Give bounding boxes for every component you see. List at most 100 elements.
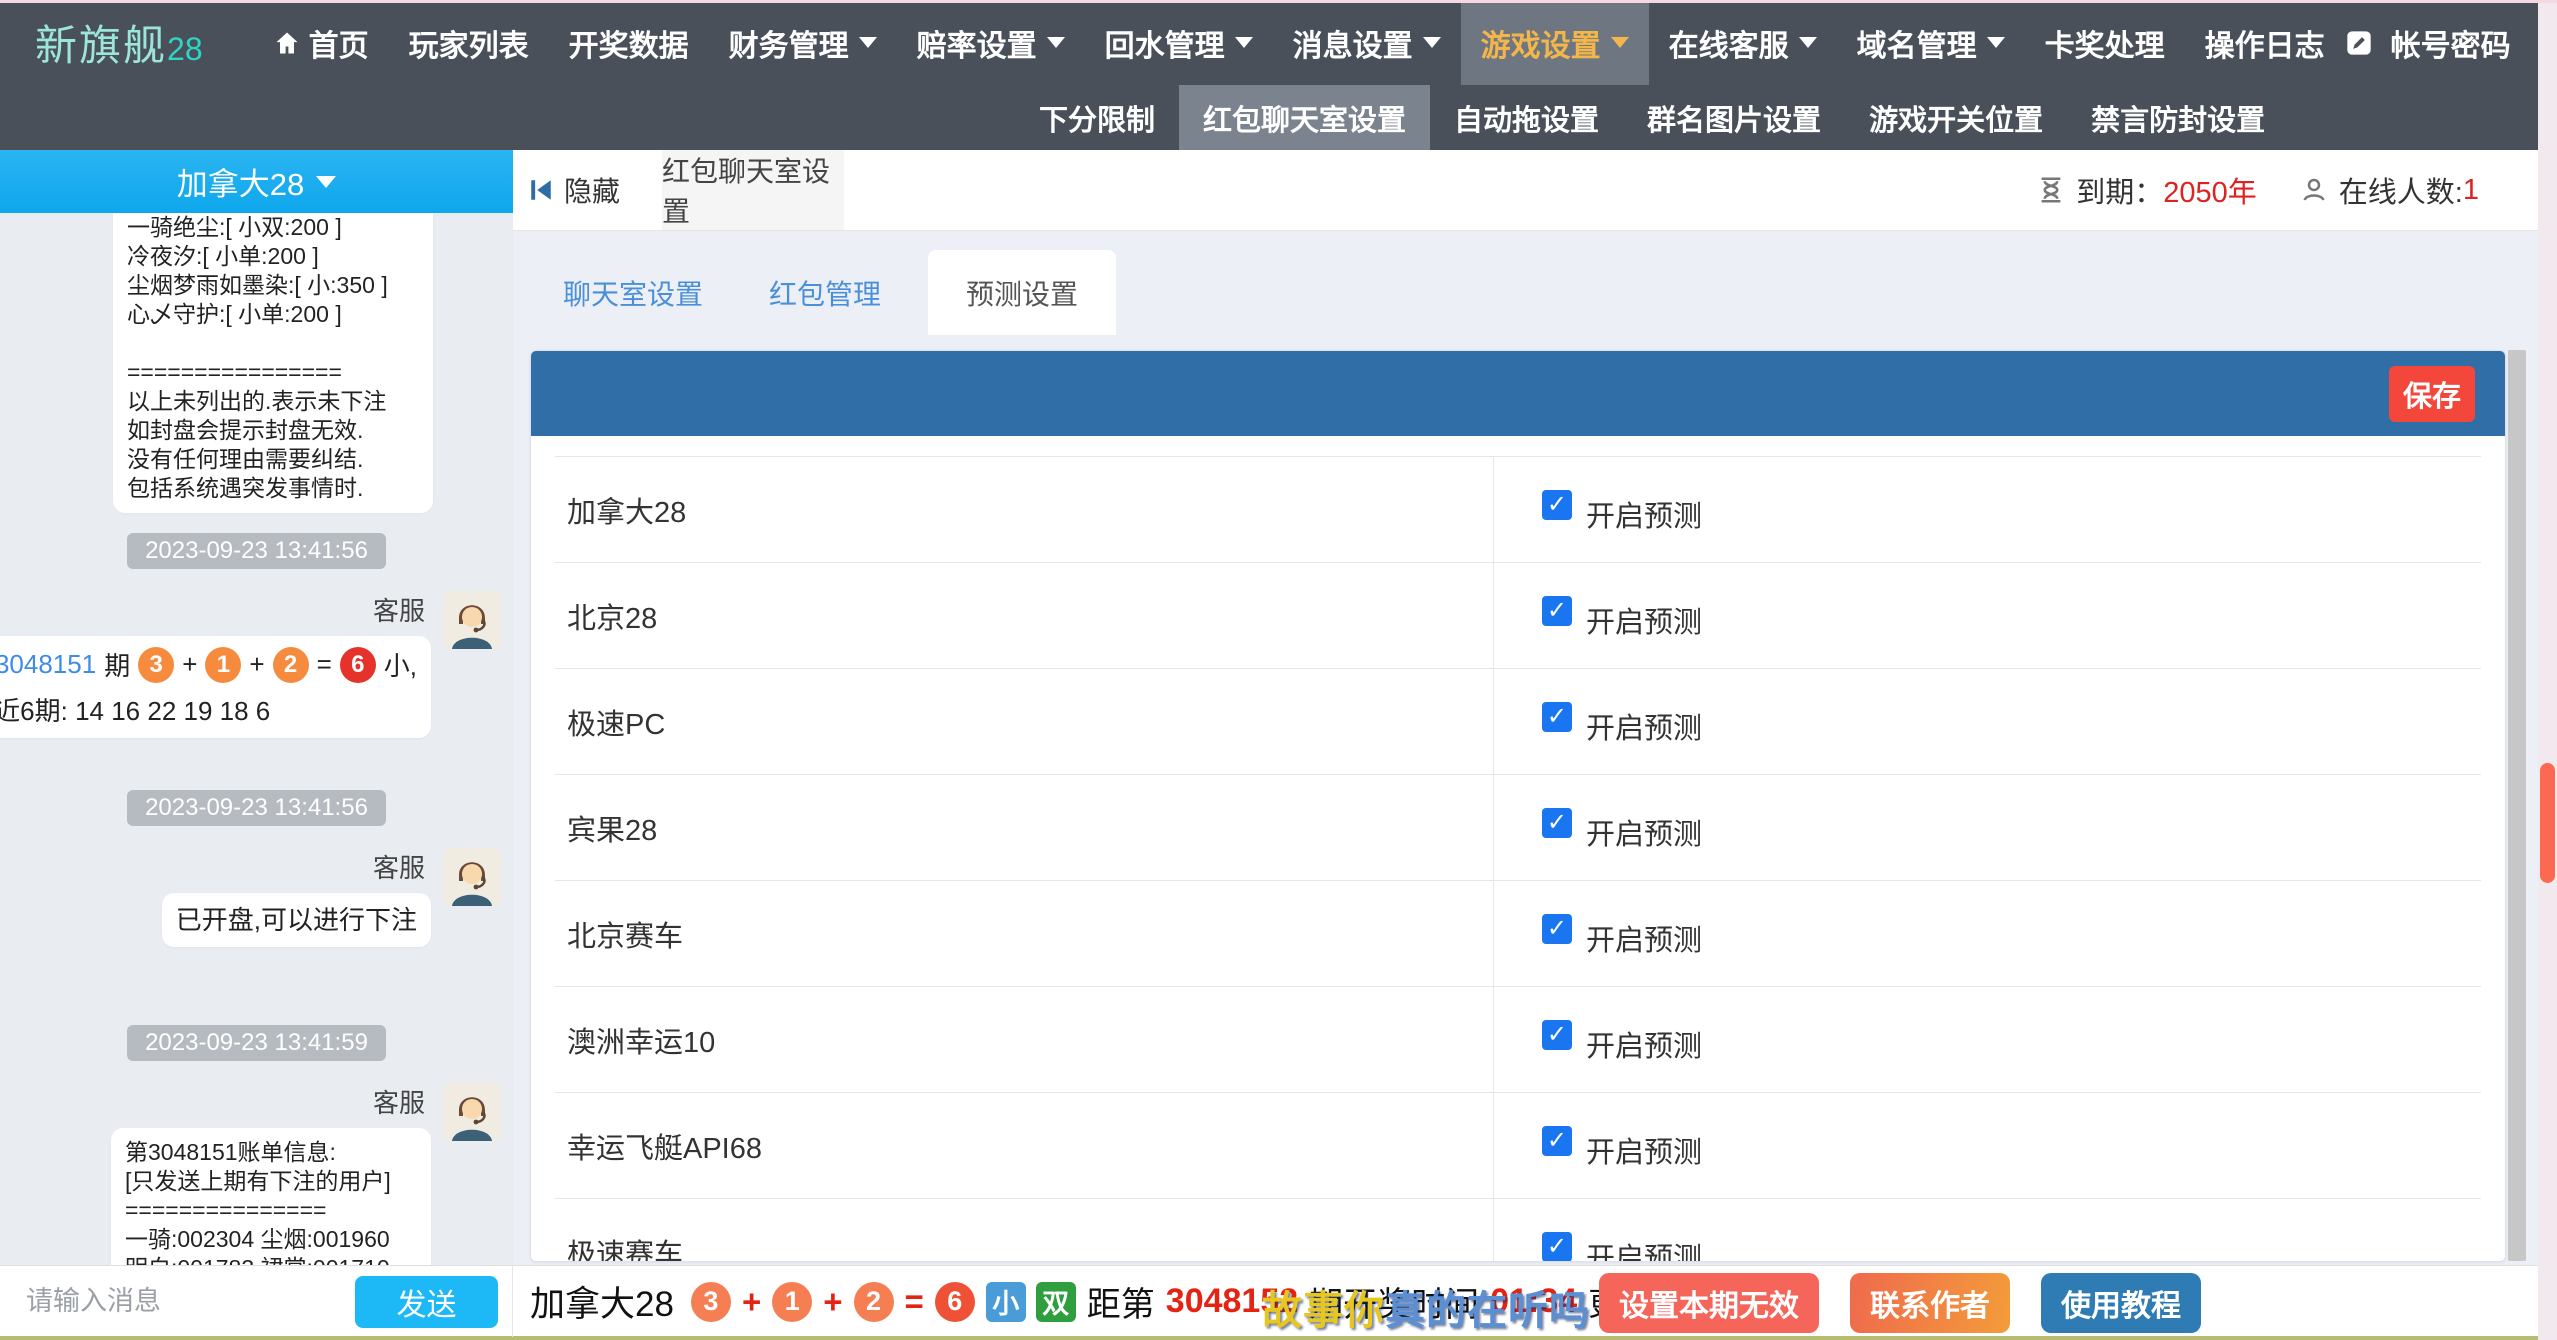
issue-number[interactable]: 3048151: [0, 649, 96, 680]
app-window: 新旗舰28 首页 玩家列表 开奖数据 财务管理 赔率设置 回水管理 消息设置 游…: [0, 0, 2557, 1340]
chat-input-bar: 发送: [0, 1266, 513, 1337]
bottom-button-使用教程[interactable]: 使用教程: [2041, 1273, 2201, 1333]
draw-sum: 6: [935, 1282, 975, 1322]
draw-number: 1: [205, 647, 241, 683]
game-name: 加拿大28: [555, 457, 1493, 562]
prediction-checkbox[interactable]: ✓: [1542, 1126, 1572, 1156]
prediction-panel: 保存 加拿大28 ✓ 开启预测 北京28 ✓ 开启预测 极速PC ✓ 开启预测 …: [530, 350, 2506, 1262]
game-name: 极速赛车: [555, 1199, 1493, 1262]
game-selector[interactable]: 加拿大28: [0, 150, 513, 213]
topnav-item-开奖数据[interactable]: 开奖数据: [549, 0, 709, 85]
page-scrollbar[interactable]: [2538, 0, 2557, 1340]
game-name: 宾果28: [555, 775, 1493, 880]
tab-redpacket-management[interactable]: 红包管理: [736, 273, 914, 313]
topnav-item-label: 卡奖处理: [2045, 21, 2165, 65]
prediction-label: 开启预测: [1586, 811, 1702, 853]
subnav-item-红包聊天室设置[interactable]: 红包聊天室设置: [1179, 85, 1430, 150]
subnav-item-下分限制[interactable]: 下分限制: [1015, 85, 1179, 150]
prediction-checkbox[interactable]: ✓: [1542, 596, 1572, 626]
subnav-item-label: 禁言防封设置: [2091, 97, 2265, 139]
sender-name: 客服: [373, 591, 425, 628]
result-badge: 小: [986, 1282, 1026, 1322]
topnav-item-label: 首页: [309, 21, 369, 65]
chat-bubble-notice: 一骑绝尘:[ 小双:200 ] 冷夜汐:[ 小单:200 ] 尘烟梦雨如墨染:[…: [113, 213, 433, 513]
caret-down-icon: [1987, 37, 2005, 48]
tab-chatroom-settings[interactable]: 聊天室设置: [530, 273, 736, 313]
timestamp-badge: 2023-09-23 13:41:56: [127, 790, 386, 826]
topnav-item-游戏设置[interactable]: 游戏设置: [1461, 0, 1649, 85]
topnav-item-赔率设置[interactable]: 赔率设置: [897, 0, 1085, 85]
topnav-item-首页[interactable]: 首页: [253, 0, 389, 85]
panel-header: 保存: [531, 351, 2505, 436]
game-name: 幸运飞艇API68: [555, 1093, 1493, 1198]
subnav-item-label: 自动拖设置: [1454, 97, 1599, 139]
collapse-left-icon: [528, 177, 554, 203]
prediction-label: 开启预测: [1586, 493, 1702, 535]
prediction-checkbox[interactable]: ✓: [1542, 1232, 1572, 1262]
panel-scrollbar-thumb[interactable]: [2508, 350, 2526, 1261]
draw-number: 1: [772, 1282, 812, 1322]
timestamp-badge: 2023-09-23 13:41:56: [127, 533, 386, 569]
chat-sidebar: 加拿大28 一骑绝尘:[ 小双:200 ] 冷夜汐:[ 小单:200 ] 尘烟梦…: [0, 150, 513, 1265]
topnav-item-label: 域名管理: [1857, 21, 1977, 65]
send-button[interactable]: 发送: [355, 1276, 498, 1328]
prediction-checkbox[interactable]: ✓: [1542, 702, 1572, 732]
game-name: 北京28: [555, 563, 1493, 668]
hide-sidebar-button[interactable]: 隐藏: [528, 170, 620, 210]
bottom-button-联系作者[interactable]: 联系作者: [1850, 1273, 2010, 1333]
prediction-cell: ✓ 开启预测: [1493, 881, 2481, 986]
topnav-item-财务管理[interactable]: 财务管理: [709, 0, 897, 85]
table-row: 极速PC ✓ 开启预测: [555, 669, 2481, 775]
topbar-info: 到期： 2050年 在线人数: 1: [2036, 169, 2479, 211]
sender-name: 客服: [373, 848, 425, 885]
topnav-item-消息设置[interactable]: 消息设置: [1273, 0, 1461, 85]
prediction-checkbox[interactable]: ✓: [1542, 914, 1572, 944]
caret-down-icon: [1047, 37, 1065, 48]
topnav-item-卡奖处理[interactable]: 卡奖处理: [2025, 0, 2185, 85]
panel-scrollbar[interactable]: [2508, 350, 2526, 1261]
window-top-edge: [0, 0, 2557, 3]
prediction-cell: ✓ 开启预测: [1493, 669, 2481, 774]
bottom-button-设置本期无效[interactable]: 设置本期无效: [1599, 1273, 1819, 1333]
subnav-item-自动拖设置[interactable]: 自动拖设置: [1430, 85, 1623, 150]
chevron-down-icon: [316, 176, 336, 188]
prediction-checkbox[interactable]: ✓: [1542, 1020, 1572, 1050]
page-title-tab[interactable]: 红包聊天室设置: [662, 150, 844, 230]
prediction-cell: ✓ 开启预测: [1493, 563, 2481, 668]
subnav-item-游戏开关位置[interactable]: 游戏开关位置: [1845, 85, 2067, 150]
topnav-item-在线客服[interactable]: 在线客服: [1649, 0, 1837, 85]
chat-message: 客服 第3048151账单信息: [只发送上期有下注的用户] =========…: [12, 1083, 501, 1265]
prediction-checkbox[interactable]: ✓: [1542, 808, 1572, 838]
prediction-label: 开启预测: [1586, 599, 1702, 641]
topnav-item-玩家列表[interactable]: 玩家列表: [389, 0, 549, 85]
home-icon: [273, 29, 301, 57]
tab-prediction-settings[interactable]: 预测设置: [928, 250, 1116, 335]
caret-down-icon: [1235, 37, 1253, 48]
topnav-item-回水管理[interactable]: 回水管理: [1085, 0, 1273, 85]
next-issue-number: 3048152: [1166, 1282, 1298, 1321]
save-button[interactable]: 保存: [2389, 366, 2475, 422]
prediction-label: 开启预测: [1586, 917, 1702, 959]
prediction-cell: ✓ 开启预测: [1493, 1199, 2481, 1262]
prediction-checkbox[interactable]: ✓: [1542, 490, 1572, 520]
subnav-item-群名图片设置[interactable]: 群名图片设置: [1623, 85, 1845, 150]
caret-down-icon: [1611, 37, 1629, 48]
avatar: [443, 591, 501, 649]
topnav-item-label: 赔率设置: [917, 21, 1037, 65]
ticker-game-name: 加拿大28: [530, 1276, 674, 1327]
game-selector-label: 加拿大28: [177, 159, 304, 204]
topnav-item-操作日志[interactable]: 操作日志: [2185, 0, 2345, 85]
caret-down-icon: [1799, 37, 1817, 48]
topnav-item-label: 消息设置: [1293, 21, 1413, 65]
topnav-item-label: 玩家列表: [409, 21, 529, 65]
page-scrollbar-thumb[interactable]: [2540, 763, 2555, 883]
topnav-item-域名管理[interactable]: 域名管理: [1837, 0, 2025, 85]
subnav-item-禁言防封设置[interactable]: 禁言防封设置: [2067, 85, 2289, 150]
person-icon: [2299, 175, 2329, 205]
brand-logo-text: 新旗舰: [35, 22, 167, 69]
topnav-right: 帐号密码 退出: [2345, 0, 2557, 85]
bottom-bar: 发送 加拿大28 3 + 1 + 2 = 6 小双 距第 3048152 期开奖…: [0, 1265, 2557, 1340]
result-badge: 双: [1036, 1282, 1076, 1322]
account-password-button[interactable]: 帐号密码: [2345, 0, 2511, 85]
chat-input[interactable]: [24, 1285, 328, 1318]
